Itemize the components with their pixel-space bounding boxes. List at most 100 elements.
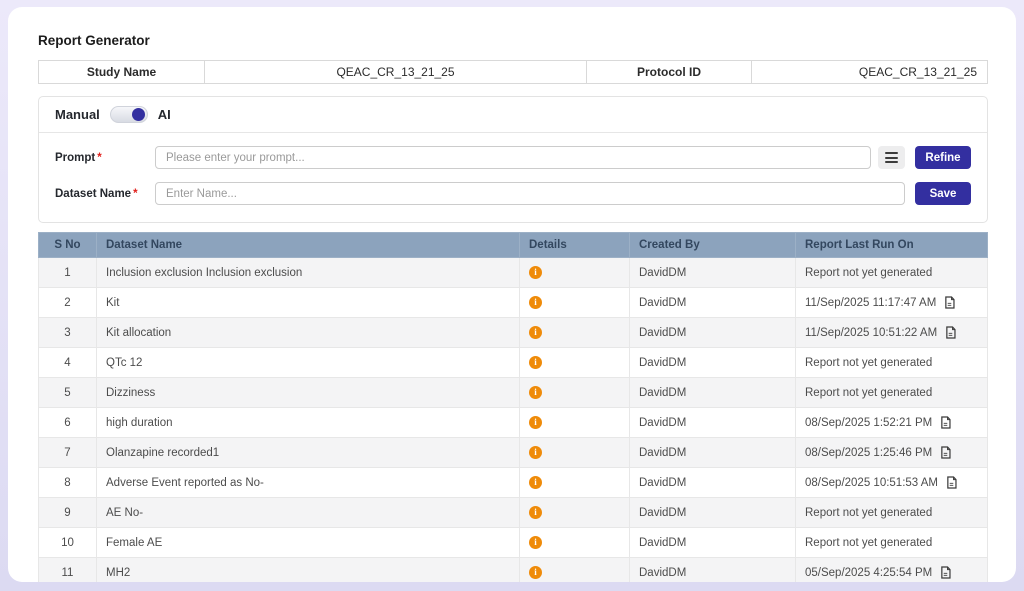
info-icon[interactable]: i (529, 296, 542, 309)
form-area: Prompt* Refine Dataset Name* (39, 133, 987, 222)
created-by-cell: DavidDM (630, 318, 796, 348)
study-name-label: Study Name (38, 60, 205, 84)
mode-toggle-row: Manual AI (39, 97, 987, 132)
table-row: 5DizzinessiDavidDMReport not yet generat… (39, 378, 988, 408)
info-icon[interactable]: i (529, 356, 542, 369)
dataset-name-cell: AE No- (97, 498, 520, 528)
required-marker: * (97, 152, 101, 164)
refine-button[interactable]: Refine (915, 146, 971, 169)
created-by-cell: DavidDM (630, 258, 796, 288)
table-row: 10Female AEiDavidDMReport not yet genera… (39, 528, 988, 558)
dataset-name-cell: Kit allocation (97, 318, 520, 348)
dataset-name-input[interactable] (155, 182, 905, 205)
mode-toggle-switch[interactable] (110, 106, 148, 123)
report-status-text: 08/Sep/2025 1:25:46 PM (805, 447, 932, 459)
created-by-cell: DavidDM (630, 348, 796, 378)
study-name-value: QEAC_CR_13_21_25 (205, 60, 587, 84)
dataset-name-cell: Kit (97, 288, 520, 318)
details-cell: i (520, 498, 630, 528)
table-row: 7Olanzapine recorded1iDavidDM08/Sep/2025… (39, 438, 988, 468)
s-no-cell: 4 (39, 348, 97, 378)
info-icon[interactable]: i (529, 476, 542, 489)
info-icon[interactable]: i (529, 326, 542, 339)
report-generator-card: Report Generator Study Name QEAC_CR_13_2… (8, 7, 1016, 582)
created-by-cell: DavidDM (630, 468, 796, 498)
report-status-text: Report not yet generated (805, 357, 932, 369)
report-last-run-cell: 11/Sep/2025 10:51:22 AM (796, 318, 988, 348)
report-last-run-cell: Report not yet generated (796, 258, 988, 288)
s-no-cell: 11 (39, 558, 97, 583)
report-file-icon[interactable] (939, 416, 952, 429)
table-row: 2Kiti DavidDM 11/Sep/2025 11:17:47 AM (39, 288, 988, 318)
report-last-run-cell: 08/Sep/2025 1:52:21 PM (796, 408, 988, 438)
details-cell: i (520, 558, 630, 583)
report-file-icon[interactable] (939, 446, 952, 459)
report-last-run-cell: Report not yet generated (796, 528, 988, 558)
report-status-text: Report not yet generated (805, 537, 932, 549)
details-cell: i (520, 348, 630, 378)
s-no-cell: 8 (39, 468, 97, 498)
hamburger-icon (885, 152, 898, 154)
report-last-run-cell: Report not yet generated (796, 498, 988, 528)
prompt-row: Prompt* Refine (55, 146, 971, 169)
info-icon[interactable]: i (529, 266, 542, 279)
info-icon[interactable]: i (529, 416, 542, 429)
table-row: 9AE No-iDavidDMReport not yet generated (39, 498, 988, 528)
created-by-cell: DavidDM (630, 288, 796, 318)
page-title: Report Generator (38, 33, 988, 48)
s-no-cell: 7 (39, 438, 97, 468)
table-row: 8Adverse Event reported as No-i DavidDM 08… (39, 468, 988, 498)
dataset-name-cell: Dizziness (97, 378, 520, 408)
report-last-run-cell: Report not yet generated (796, 378, 988, 408)
created-by-cell: DavidDM (630, 498, 796, 528)
created-by-cell: DavidDM (630, 558, 796, 583)
report-status-text: 08/Sep/2025 10:51:53 AM (805, 477, 938, 489)
dataset-name-cell: Inclusion exclusion Inclusion exclusion (97, 258, 520, 288)
report-status-text: 05/Sep/2025 4:25:54 PM (805, 567, 932, 579)
table-row: 1Inclusion exclusion Inclusion exclusion… (39, 258, 988, 288)
report-file-icon[interactable] (943, 296, 956, 309)
report-file-icon[interactable] (944, 326, 957, 339)
report-status-text: 11/Sep/2025 11:17:47 AM (805, 297, 936, 309)
info-icon[interactable]: i (529, 386, 542, 399)
s-no-cell: 2 (39, 288, 97, 318)
column-header-report-last-run-on: Report Last Run On (796, 233, 988, 258)
dataset-name-cell: QTc 12 (97, 348, 520, 378)
protocol-id-value: QEAC_CR_13_21_25 (752, 60, 988, 84)
dataset-name-cell: Adverse Event reported as No- (97, 468, 520, 498)
window-frame: Report Generator Study Name QEAC_CR_13_2… (0, 0, 1024, 591)
info-icon[interactable]: i (529, 536, 542, 549)
prompt-menu-button[interactable] (878, 146, 905, 169)
report-last-run-cell: 08/Sep/2025 1:25:46 PM (796, 438, 988, 468)
table-row: 3Kit allocationiDavidDM11/Sep/2025 10:51… (39, 318, 988, 348)
details-cell: i (520, 468, 630, 498)
info-icon[interactable]: i (529, 506, 542, 519)
column-header-details: Details (520, 233, 630, 258)
report-file-icon[interactable] (939, 566, 952, 579)
details-cell: i (520, 528, 630, 558)
report-file-icon[interactable] (945, 476, 958, 489)
report-status-text: 11/Sep/2025 10:51:22 AM (805, 327, 937, 339)
dataset-name-cell: Olanzapine recorded1 (97, 438, 520, 468)
report-last-run-cell: Report not yet generated (796, 348, 988, 378)
details-cell: i (520, 258, 630, 288)
report-status-text: Report not yet generated (805, 507, 932, 519)
study-info-bar: Study Name QEAC_CR_13_21_25 Protocol ID … (38, 60, 988, 84)
save-button[interactable]: Save (915, 182, 971, 205)
s-no-cell: 10 (39, 528, 97, 558)
s-no-cell: 5 (39, 378, 97, 408)
table-row: 11MH2iDavidDM05/Sep/2025 4:25:54 PM (39, 558, 988, 583)
manual-mode-label: Manual (55, 107, 100, 122)
generator-panel: Manual AI Prompt* (38, 96, 988, 223)
report-status-text: Report not yet generated (805, 387, 932, 399)
column-header-created-by: Created By (630, 233, 796, 258)
report-last-run-cell: 08/Sep/2025 10:51:53 AM (796, 468, 988, 498)
dataset-table: S No Dataset Name Details Created By Rep… (38, 232, 988, 582)
column-header-s-no: S No (39, 233, 97, 258)
prompt-input[interactable] (155, 146, 871, 169)
info-icon[interactable]: i (529, 446, 542, 459)
ai-mode-label: AI (158, 107, 171, 122)
report-last-run-cell: 05/Sep/2025 4:25:54 PM (796, 558, 988, 583)
created-by-cell: DavidDM (630, 528, 796, 558)
info-icon[interactable]: i (529, 566, 542, 579)
